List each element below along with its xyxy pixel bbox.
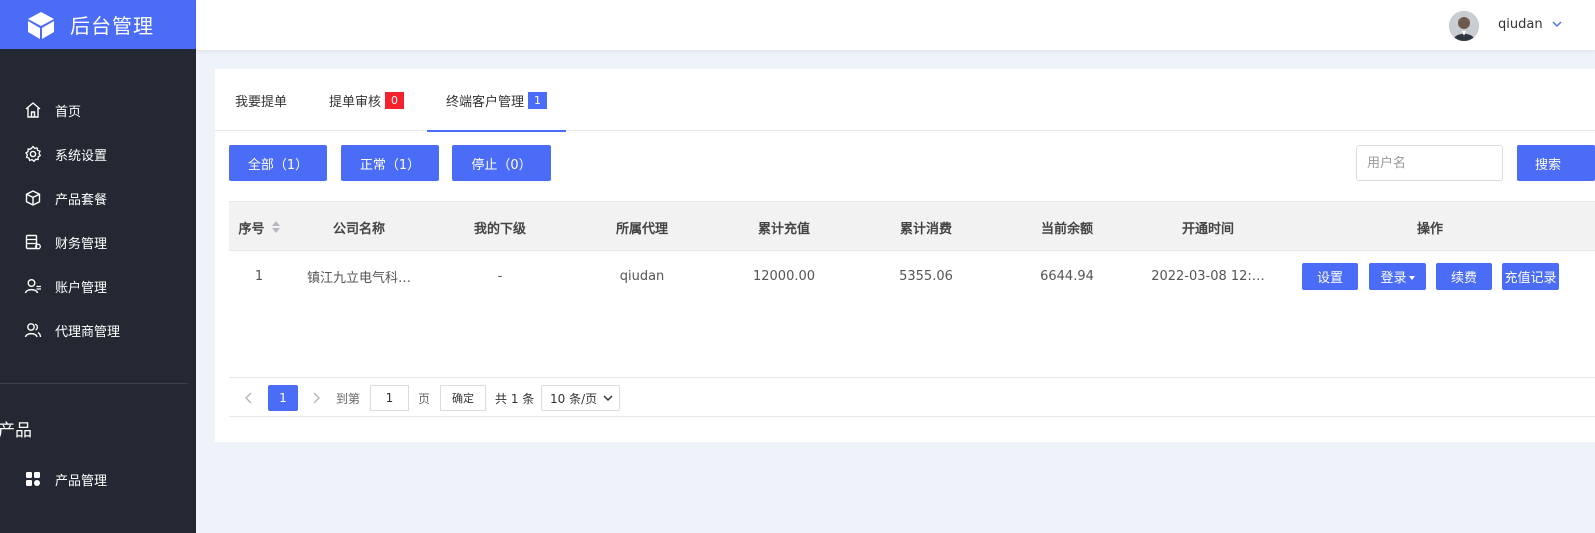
filter-all-button[interactable]: 全部（1） (229, 145, 327, 181)
main-card: 我要提单 提单审核 0 终端客户管理 1 全部（1） 正常（1） 停止（0） 搜… (215, 69, 1595, 442)
home-icon (25, 102, 41, 118)
page-size-value: 10 条/页 (550, 391, 598, 406)
next-page-button[interactable] (308, 385, 324, 411)
tab-label: 终端客户管理 (446, 94, 525, 110)
sidebar-item-settings[interactable]: 系统设置 (0, 132, 196, 176)
grid-icon (26, 472, 40, 486)
user-settings-icon (24, 279, 41, 294)
brand-title: 后台管理 (70, 14, 154, 38)
page-number-current[interactable]: 1 (268, 385, 298, 411)
sidebar-item-label: 账户管理 (55, 280, 108, 296)
total-count: 共 1 条 (495, 391, 535, 406)
username[interactable]: qiudan (1498, 17, 1543, 32)
sidebar-item-label: 首页 (55, 104, 82, 120)
database-icon (25, 234, 41, 250)
tab-order-review[interactable]: 提单审核 0 (329, 69, 405, 131)
column-header-agent: 所属代理 (615, 221, 668, 237)
sidebar-item-product-manage[interactable]: 产品管理 (0, 457, 196, 501)
cube-logo-icon (28, 11, 54, 39)
top-header: qiudan (196, 0, 1595, 50)
search-button[interactable]: 搜索 (1517, 145, 1595, 181)
cell-balance: 6644.94 (1040, 268, 1094, 284)
sidebar-item-packages[interactable]: 产品套餐 (0, 176, 196, 220)
renew-button[interactable]: 续费 (1436, 263, 1492, 290)
table-bottom-border (229, 377, 1595, 378)
sidebar-item-label: 产品套餐 (55, 192, 108, 208)
caret-down-icon (1408, 275, 1415, 280)
recharge-log-button[interactable]: 充值记录 (1502, 263, 1559, 290)
goto-confirm-button[interactable]: 确定 (440, 385, 486, 411)
avatar-image (1449, 11, 1479, 41)
login-label: 登录 (1380, 271, 1407, 286)
brand[interactable]: 后台管理 (0, 0, 196, 49)
sidebar-item-label: 产品管理 (55, 473, 108, 489)
column-header-balance: 当前余额 (1040, 221, 1093, 237)
tab-bar: 我要提单 提单审核 0 终端客户管理 1 (215, 69, 1595, 132)
cell-agent: qiudan (619, 268, 665, 284)
goto-page-input[interactable] (370, 385, 409, 411)
pagination: 1 到第 页 确定 共 1 条 10 条/页 (229, 385, 1595, 411)
column-header-actions: 操作 (1416, 221, 1443, 237)
sidebar-item-finance[interactable]: 财务管理 (0, 220, 196, 264)
gear-icon (25, 145, 42, 163)
cell-company: 镇江九立电气科… (306, 270, 411, 286)
chevron-left-icon (245, 392, 252, 404)
tab-label: 提单审核 (329, 94, 382, 110)
column-header-total-recharge: 累计充值 (757, 221, 810, 237)
column-header-subordinate: 我的下级 (473, 221, 526, 237)
chevron-right-icon (313, 392, 320, 404)
box-icon (25, 190, 41, 206)
cell-index: 1 (254, 268, 264, 284)
sidebar-section-menu: 产品管理 (0, 457, 196, 501)
sidebar-item-agents[interactable]: 代理商管理 (0, 308, 196, 352)
prev-page-button[interactable] (241, 385, 257, 411)
goto-label: 到第 (336, 391, 361, 406)
sidebar-item-accounts[interactable]: 账户管理 (0, 264, 196, 308)
sidebar-item-label: 系统设置 (55, 148, 108, 164)
sort-icon[interactable] (271, 221, 280, 233)
column-header-company: 公司名称 (332, 221, 385, 237)
page-size-select[interactable]: 10 条/页 (541, 385, 620, 411)
cell-subordinate: - (497, 268, 503, 284)
chevron-down-icon[interactable] (1551, 18, 1563, 30)
settings-button[interactable]: 设置 (1302, 263, 1358, 290)
column-header-total-consume: 累计消费 (899, 221, 952, 237)
filter-stopped-button[interactable]: 停止（0） (452, 145, 551, 181)
sidebar-item-label: 财务管理 (55, 236, 108, 252)
sidebar-menu: 首页 系统设置 产品套餐 财务管理 账户管理 代理商管理 (0, 88, 196, 352)
count-badge: 0 (385, 91, 405, 109)
search-input[interactable] (1356, 145, 1503, 181)
tab-label: 我要提单 (235, 94, 288, 110)
users-icon (24, 323, 42, 338)
customer-table: 序号 公司名称 我的下级 所属代理 累计充值 累计消费 当前余额 开通时间 操作… (229, 201, 1595, 301)
filter-normal-button[interactable]: 正常（1） (341, 145, 439, 181)
sidebar-item-label: 代理商管理 (55, 324, 121, 340)
tab-customer-manage[interactable]: 终端客户管理 1 (426, 69, 567, 132)
table-header: 序号 公司名称 我的下级 所属代理 累计充值 累计消费 当前余额 开通时间 操作 (229, 201, 1595, 251)
tab-submit-order[interactable]: 我要提单 (235, 69, 287, 131)
column-header-index[interactable]: 序号 (229, 202, 289, 252)
cell-total-consume: 5355.06 (899, 268, 953, 284)
sidebar-section-title: 产品 (0, 421, 32, 441)
chevron-down-icon (603, 395, 613, 402)
sidebar: 后台管理 首页 系统设置 产品套餐 财务管理 账户管理 代理商管理 产品 产品管… (0, 0, 196, 533)
page-unit-label: 页 (418, 391, 431, 406)
cell-open-time: 2022-03-08 12:… (1151, 268, 1265, 284)
sidebar-item-home[interactable]: 首页 (0, 88, 196, 132)
column-header-label: 序号 (238, 221, 265, 237)
sidebar-divider (0, 383, 188, 384)
app-root: 后台管理 首页 系统设置 产品套餐 财务管理 账户管理 代理商管理 产品 产品管… (0, 0, 1595, 533)
column-header-open-time: 开通时间 (1181, 221, 1234, 237)
pagination-bottom-border (229, 416, 1595, 417)
cell-total-recharge: 12000.00 (752, 268, 816, 284)
avatar[interactable] (1449, 11, 1479, 41)
count-badge: 1 (528, 91, 548, 109)
table-row: 1 镇江九立电气科… - qiudan 12000.00 5355.06 664… (229, 251, 1595, 301)
login-dropdown-button[interactable]: 登录 (1369, 263, 1426, 290)
